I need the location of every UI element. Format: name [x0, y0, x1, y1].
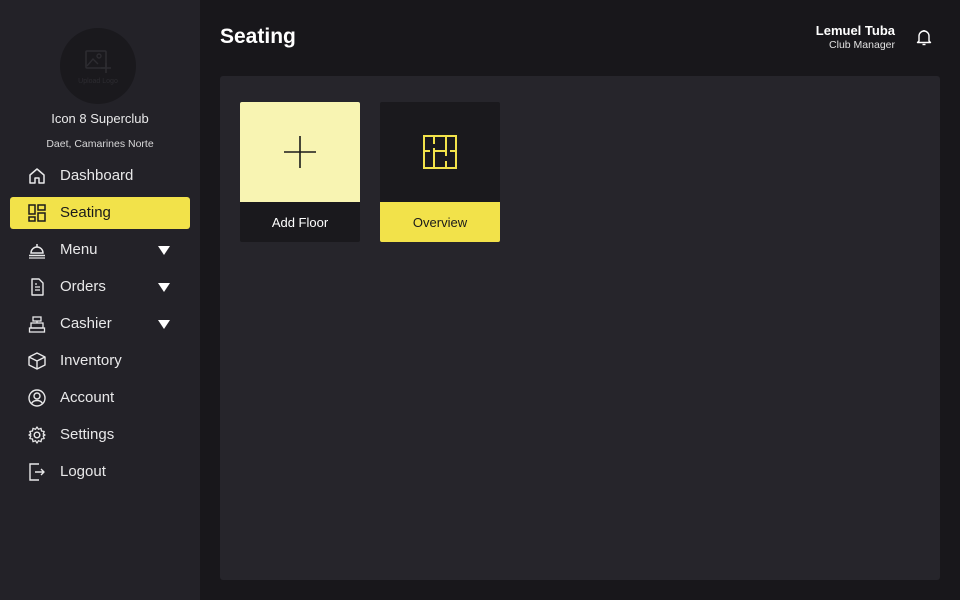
chevron-down-icon[interactable] [158, 320, 170, 329]
cloche-icon [28, 241, 46, 259]
layout-grid-icon [28, 204, 46, 222]
box-icon [28, 352, 46, 370]
sidebar-item-inventory[interactable]: Inventory [10, 345, 190, 377]
sidebar: Upload Logo Icon 8 Superclub Daet, Camar… [0, 0, 200, 600]
overview-label: Overview [380, 202, 500, 242]
logo-placeholder-text: Upload Logo [78, 77, 118, 85]
chevron-down-icon[interactable] [158, 246, 170, 255]
sidebar-item-label: Orders [60, 278, 106, 295]
overview-card-preview [380, 102, 500, 202]
sidebar-item-menu[interactable]: Menu [10, 234, 190, 266]
add-floor-card-preview [240, 102, 360, 202]
overview-card[interactable]: Overview [380, 102, 500, 242]
club-logo-upload[interactable]: Upload Logo [60, 28, 136, 104]
club-name: Icon 8 Superclub [51, 111, 149, 126]
sidebar-item-label: Account [60, 389, 115, 406]
add-floor-card[interactable]: Add Floor [240, 102, 360, 242]
home-icon [28, 167, 46, 185]
sidebar-item-seating[interactable]: Seating [10, 197, 190, 229]
sidebar-item-label: Seating [60, 204, 111, 221]
floor-plan-icon [423, 135, 457, 169]
user-info[interactable]: Lemuel Tuba Club Manager [816, 23, 895, 52]
sidebar-item-settings[interactable]: Settings [10, 419, 190, 451]
sidebar-item-label: Logout [60, 463, 106, 480]
seating-panel: Add Floor Overview [220, 76, 940, 580]
sidebar-item-logout[interactable]: Logout [10, 456, 190, 488]
sidebar-item-account[interactable]: Account [10, 382, 190, 414]
chevron-down-icon[interactable] [158, 283, 170, 292]
image-add-icon [85, 49, 111, 73]
sidebar-item-label: Inventory [60, 352, 122, 369]
sidebar-item-dashboard[interactable]: Dashboard [10, 160, 190, 192]
user-name: Lemuel Tuba [815, 23, 895, 38]
sidebar-item-label: Cashier [60, 315, 112, 332]
sidebar-item-label: Settings [60, 426, 115, 443]
logout-icon [28, 463, 46, 481]
user-circle-icon [28, 389, 46, 407]
sidebar-item-label: Dashboard [60, 167, 134, 184]
club-location: Daet, Camarines Norte [46, 138, 154, 150]
sidebar-item-orders[interactable]: Orders [10, 271, 190, 303]
sidebar-item-cashier[interactable]: Cashier [10, 308, 190, 340]
document-icon [28, 278, 46, 296]
cash-register-icon [28, 315, 46, 333]
add-floor-label: Add Floor [240, 202, 360, 242]
sidebar-item-label: Menu [60, 241, 98, 258]
plus-icon [284, 136, 316, 168]
sidebar-nav: Dashboard Seating Menu Orders Cashier In… [10, 160, 190, 493]
user-role: Club Manager [829, 39, 895, 51]
gear-icon [28, 426, 46, 444]
bell-icon[interactable] [915, 28, 933, 46]
app-root: Upload Logo Icon 8 Superclub Daet, Camar… [0, 0, 960, 600]
page-title: Seating [220, 25, 296, 48]
